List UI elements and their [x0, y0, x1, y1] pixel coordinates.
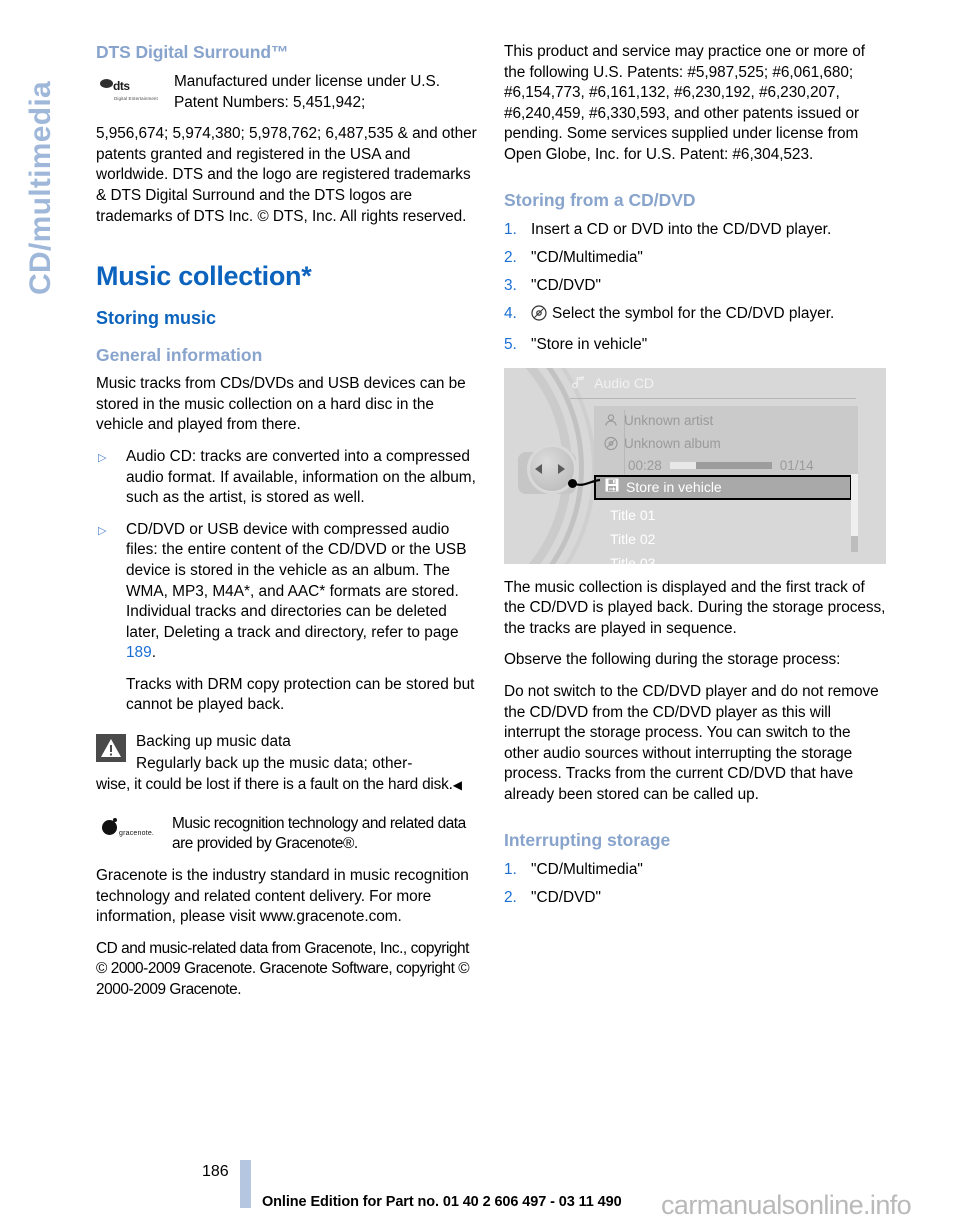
step-number: 3.	[504, 276, 517, 294]
artist-icon	[598, 413, 624, 428]
step-text: Select the symbol for the CD/DVD player.	[552, 304, 835, 322]
dts-logo-icon: dts Digital Entertainment	[100, 76, 162, 102]
chapter-tab: CD/multimedia	[18, 38, 64, 338]
step-text: Insert a CD or DVD into the CD/DVD playe…	[531, 220, 832, 238]
list-item: 1. "CD/Multimedia"	[504, 859, 886, 881]
gracenote-paragraph-rest: Gracenote is the industry standard in mu…	[96, 867, 469, 926]
general-information-heading: General information	[96, 345, 263, 366]
gracenote-logo-icon: gracenote.	[102, 817, 164, 844]
album-name: Unknown album	[624, 435, 721, 451]
step-number: 2.	[504, 248, 517, 266]
page-footer: 186 Online Edition for Part no. 01 40 2 …	[0, 1160, 960, 1222]
left-column: DTS Digital Surround™ dts Digital Entert…	[96, 42, 478, 1012]
list-item[interactable]: Title 01	[610, 507, 655, 523]
warning-triangle-icon	[96, 734, 126, 763]
triangle-bullet-icon: ▷	[98, 524, 107, 537]
storing-from-cd-heading: Storing from a CD/DVD	[504, 189, 696, 210]
list-item: ▷ Audio CD: tracks are converted into a …	[96, 447, 478, 509]
screen-title-text: Audio CD	[594, 374, 655, 391]
arrow-right-icon	[558, 463, 565, 474]
do-not-switch-paragraph: Do not switch to the CD/DVD player and d…	[504, 682, 879, 803]
watermark: carmanualsonline.info	[661, 1190, 912, 1220]
arrow-left-icon	[535, 463, 542, 474]
warning-text-rest: wise, it could be lost if there is a fau…	[96, 776, 462, 794]
screen-divider	[570, 397, 856, 399]
idrive-controller-knob[interactable]	[518, 443, 577, 502]
observe-paragraph: Observe the following during the storage…	[504, 651, 841, 669]
list-item: 1. Insert a CD or DVD into the CD/DVD pl…	[504, 219, 886, 241]
page-reference-link[interactable]: 189	[126, 644, 152, 661]
gracenote-copyright: CD and music-related data from Gracenote…	[96, 939, 470, 998]
track-counter: 01/14	[779, 458, 814, 474]
page-number: 186	[202, 1163, 229, 1180]
storage-description-paragraph: The music collection is displayed and th…	[504, 578, 886, 637]
chapter-tab-label: CD/multimedia	[24, 81, 57, 295]
callout-pointer	[568, 476, 601, 490]
patents-paragraph: This product and service may practice on…	[504, 43, 865, 163]
list-item: ▷ CD/DVD or USB device with compressed a…	[96, 520, 478, 664]
list-item: 3. "CD/DVD"	[504, 275, 886, 297]
progress-bar	[669, 462, 772, 470]
audio-source-icon	[570, 375, 586, 393]
list-item: 2. "CD/Multimedia"	[504, 247, 886, 269]
disc-icon	[531, 304, 547, 328]
bullet-text: CD/DVD or USB device with compressed aud…	[126, 520, 478, 664]
step-number: 1.	[504, 220, 517, 238]
dts-heading: DTS Digital Surround™	[96, 42, 289, 62]
elapsed-time: 00:28	[628, 458, 662, 474]
step-number: 1.	[504, 860, 517, 878]
progress-bar-fill	[669, 462, 697, 470]
scrollbar-thumb[interactable]	[851, 473, 858, 536]
artist-row: Unknown artist	[594, 409, 858, 432]
triangle-bullet-icon: ▷	[98, 451, 107, 464]
step-text: "CD/Multimedia"	[531, 248, 643, 266]
warning-block: Backing up music data Regularly back up …	[96, 732, 478, 796]
drm-note: Tracks with DRM copy protection can be s…	[126, 675, 475, 714]
save-icon	[604, 477, 620, 498]
right-column: This product and service may practice on…	[504, 42, 886, 915]
step-number: 2.	[504, 888, 517, 906]
list-item: 2. "CD/DVD"	[504, 887, 886, 909]
album-row: Unknown album	[594, 432, 858, 455]
general-information-paragraph: Music tracks from CDs/DVDs and USB devic…	[96, 375, 466, 434]
gracenote-logo-word: gracenote.	[119, 829, 155, 837]
list-item: 4. Select the symbol for the CD/DVD play…	[504, 303, 886, 328]
music-collection-heading: Music collection*	[96, 261, 312, 292]
step-text: "CD/Multimedia"	[531, 860, 643, 878]
edition-text: Online Edition for Part no. 01 40 2 606 …	[262, 1194, 622, 1210]
list-item: 5. "Store in vehicle"	[504, 334, 886, 356]
interrupting-storage-heading: Interrupting storage	[504, 829, 671, 850]
list-item[interactable]: Title 02	[610, 531, 655, 547]
screen-title: Audio CD	[570, 375, 654, 393]
warning-title: Backing up music data	[136, 733, 291, 751]
dts-license-block: dts Digital Entertainment Manufactured u…	[96, 72, 478, 227]
idrive-screen-illustration: Audio CD Unknown artist Unknown album 00…	[504, 367, 886, 564]
selected-item-label: Store in vehicle	[626, 479, 722, 496]
dts-logo-subtitle: Digital Entertainment	[114, 96, 158, 101]
scrollbar[interactable]	[851, 473, 858, 552]
artist-name: Unknown artist	[624, 412, 714, 428]
dts-paragraph-rest: 5,956,674; 5,974,380; 5,978,762; 6,487,5…	[96, 125, 477, 225]
list-item[interactable]: Title 03	[610, 555, 655, 564]
step-number: 5.	[504, 335, 517, 353]
metadata-divider	[624, 409, 625, 474]
bullet-text-before-link: CD/DVD or USB device with compressed aud…	[126, 520, 467, 641]
screen-content: Audio CD Unknown artist Unknown album 00…	[564, 368, 886, 564]
storing-music-heading: Storing music	[96, 308, 217, 329]
album-disc-icon	[598, 436, 624, 451]
step-text: "CD/DVD"	[531, 888, 601, 906]
bullet-text-after-link: .	[151, 644, 156, 662]
warning-text-first: Regularly back up the music data; other-	[136, 754, 413, 772]
step-number: 4.	[504, 304, 517, 322]
menu-item-store-in-vehicle[interactable]: Store in vehicle	[594, 474, 852, 500]
step-text: "CD/DVD"	[531, 276, 601, 294]
gracenote-block: gracenote. Music recognition technology …	[96, 814, 478, 1001]
playback-progress-row: 00:28 01/14	[594, 455, 858, 477]
track-metadata-panel: Unknown artist Unknown album 00:28 01/14	[594, 405, 858, 481]
bullet-text: Audio CD: tracks are converted into a co…	[126, 447, 476, 507]
end-marker-icon: ◀	[452, 778, 462, 793]
step-text: "Store in vehicle"	[531, 335, 648, 353]
footer-accent-bar	[240, 1160, 251, 1208]
